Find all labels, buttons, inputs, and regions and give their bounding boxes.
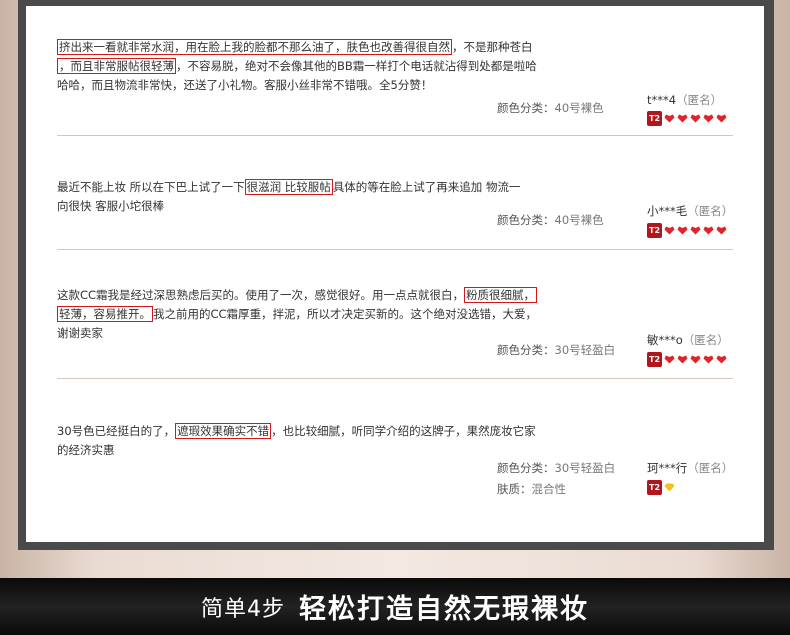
review-item: 最近不能上妆 所以在下巴上试了一下 很滋润 比较服帖 具体的等在脸上试了再来追加 物… [57,178,747,248]
level-badge-icon: T2 [647,480,662,495]
review-item: 这款CC霜我是经过深思熟虑后买的。使用了一次，感觉很好。用一点点就很白， 粉质很细… [57,286,747,376]
heart-gem-icon [690,114,701,123]
review-item: 30号色已经挺白的了， 遮瑕效果确实不错 ，也比较细腻，听同学介绍的这牌子，果然庞妆… [57,422,747,532]
review-text: 30号色已经挺白的了， 遮瑕效果确实不错 ，也比较细腻，听同学介绍的这牌子，果然庞妆… [57,422,557,460]
footer-title: 简单4步 轻松打造自然无瑕裸妆 [0,578,790,635]
review-text-span: 这款CC霜我是经过深思熟虑后买的。使用了一次，感觉很好。用一点点就很白， [57,288,465,302]
highlight: 轻薄，容易推开。 [57,306,153,322]
level-badge-icon: T2 [647,223,662,238]
divider [57,249,733,250]
anon-tag: （匿名） [687,204,734,218]
heart-gem-icon [716,114,727,123]
heart-gem-icon [664,114,675,123]
spec-color: 颜色分类：30号轻盈白 [497,460,615,476]
review-text-span: 谢谢卖家 [57,326,103,340]
anon-tag: （匿名） [682,333,729,347]
heart-gem-icon [677,226,688,235]
heart-gem-icon [690,226,701,235]
reviewer-name[interactable]: 敏***o（匿名） [647,332,729,348]
review-text: 挤出来一看就非常水润，用在脸上我的脸都不那么油了，肤色也改善得很自然 ，不是那种苍… [57,38,557,95]
reviewer-badges: T2 [647,111,727,126]
review-text-span: 向很快 客服小坨很棒 [57,199,165,213]
reviewer-badges: T2 [647,223,727,238]
review-text-span: 30号色已经挺白的了， [57,424,176,438]
level-badge-icon: T2 [647,352,662,367]
footer-headline: 轻松打造自然无瑕裸妆 [299,594,589,625]
reviewer-name[interactable]: 珂***行（匿名） [647,460,733,476]
spec-color: 颜色分类：40号裸色 [497,212,604,228]
highlight: 遮瑕效果确实不错 [175,423,272,439]
reviewer-nick[interactable]: 小***毛 [647,204,687,218]
highlight: 粉质很细腻， [464,287,538,303]
level-badge-icon: T2 [647,111,662,126]
heart-gem-icon [703,226,714,235]
spec-value: 40号裸色 [554,101,604,115]
spec-value: 40号裸色 [554,213,604,227]
highlight: 很滋润 比较服帖 [244,179,333,195]
review-text: 这款CC霜我是经过深思熟虑后买的。使用了一次，感觉很好。用一点点就很白， 粉质很细… [57,286,557,343]
heart-gem-icon [690,355,701,364]
spec-value: 30号轻盈白 [554,461,616,475]
reviewer-badges: T2 [647,352,727,367]
footer-subtitle: 简单4步 [201,596,285,622]
spec-value: 混合性 [531,482,567,496]
divider [57,135,733,136]
reviewer-nick[interactable]: 敏***o [647,333,683,347]
heart-gem-icon [703,355,714,364]
review-text-span: 最近不能上妆 所以在下巴上试了一下 [57,180,245,194]
spec-label: 颜色分类： [497,461,555,475]
spec-label: 颜色分类： [497,101,555,115]
spec-label: 颜色分类： [497,343,555,357]
diamond-gem-icon [664,483,675,492]
review-text-span: 哈哈，而且物流非常快，还送了小礼物。客服小丝非常不错哦。全5分赞！ [57,78,433,92]
heart-gem-icon [716,355,727,364]
review-text-span: 我之前用的CC霜厚重，拌泥，所以才决定买新的。这个绝对没选错，大爱， [153,307,538,321]
highlight: ，而且非常服帖很轻薄 [57,58,176,74]
review-text: 最近不能上妆 所以在下巴上试了一下 很滋润 比较服帖 具体的等在脸上试了再来追加 物… [57,178,557,216]
reviewer-badges: T2 [647,480,675,495]
review-text-span: ，不容易脱，绝对不会像其他的BB霜一样打个电话就沾得到处都是啦哈 [176,59,537,73]
review-text-span: 的经济实惠 [57,443,115,457]
heart-gem-icon [664,355,675,364]
reviewer-name[interactable]: 小***毛（匿名） [647,203,733,219]
spec-label: 颜色分类： [497,213,555,227]
heart-gem-icon [716,226,727,235]
review-text-span: 具体的等在脸上试了再来追加 物流一 [332,180,521,194]
heart-gem-icon [703,114,714,123]
spec-value: 30号轻盈白 [554,343,616,357]
anon-tag: （匿名） [687,461,734,475]
reviewer-name[interactable]: t***4（匿名） [647,92,722,108]
spec-color: 颜色分类：40号裸色 [497,100,604,116]
heart-gem-icon [664,226,675,235]
review-text-span: ，也比较细腻，听同学介绍的这牌子，果然庞妆它家 [271,424,536,438]
spec-color: 颜色分类：30号轻盈白 [497,342,615,358]
highlight: 挤出来一看就非常水润，用在脸上我的脸都不那么油了，肤色也改善得很自然 [57,39,452,55]
reviewer-nick[interactable]: 珂***行 [647,461,687,475]
review-item: 挤出来一看就非常水润，用在脸上我的脸都不那么油了，肤色也改善得很自然 ，不是那种苍… [57,38,747,134]
footer-banner: 简单4步 轻松打造自然无瑕裸妆 [0,578,790,635]
anon-tag: （匿名） [676,93,723,107]
divider [57,378,733,379]
spec-skin: 肤质：混合性 [497,481,566,497]
spec-label: 肤质： [497,482,532,496]
heart-gem-icon [677,355,688,364]
reviewer-nick[interactable]: t***4 [647,93,676,107]
review-text-span: ，不是那种苍白 [452,40,533,54]
heart-gem-icon [677,114,688,123]
